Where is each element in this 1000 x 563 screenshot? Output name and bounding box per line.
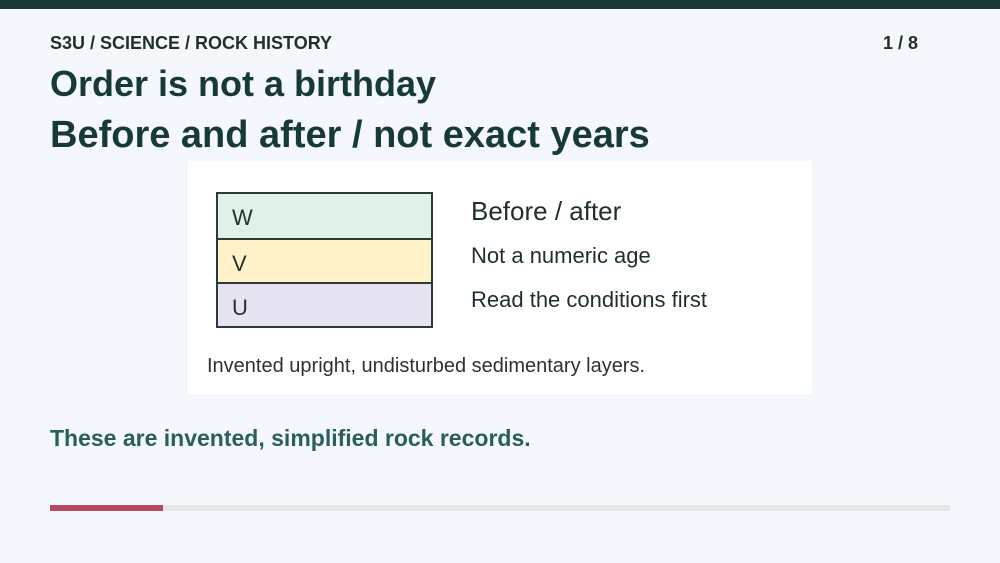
page-title: Order is not a birthday [50,63,437,104]
progress-bar [50,505,950,511]
content-card: W V U Before / after Not a numeric age R… [188,161,812,394]
layer-u: U [218,282,431,326]
layer-w: W [218,194,431,238]
progress-fill [50,505,163,511]
point-read-conditions: Read the conditions first [471,287,708,312]
point-before-after: Before / after [471,196,622,226]
layer-v: V [218,238,431,282]
point-not-numeric-age: Not a numeric age [471,243,651,268]
rock-strata-diagram: W V U [216,192,433,328]
disclaimer-note: These are invented, simplified rock reco… [50,425,531,451]
page-counter: 1 / 8 [883,33,919,53]
diagram-caption: Invented upright, undisturbed sedimentar… [207,355,646,377]
top-accent-bar [0,0,1000,9]
breadcrumb: S3U / SCIENCE / ROCK HISTORY [50,33,333,53]
page-subtitle: Before and after / not exact years [50,114,650,156]
